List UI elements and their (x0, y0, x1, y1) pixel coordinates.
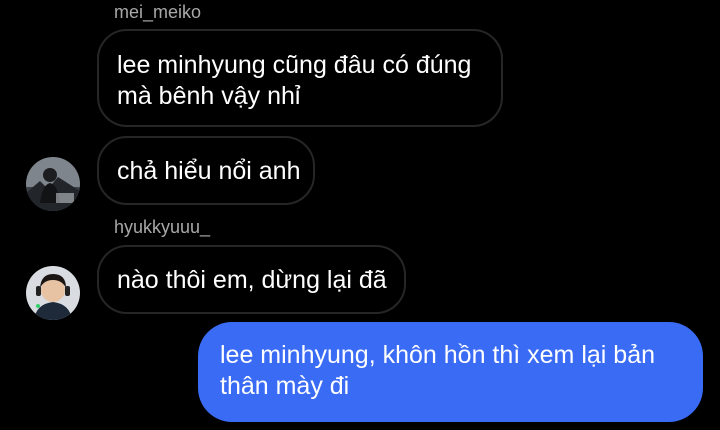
sender-name-hyukkyuuu[interactable]: hyukkyuuu_ (114, 217, 210, 237)
message-text-line: chả hiểu nổi anh (117, 157, 301, 185)
avatar[interactable] (26, 266, 80, 320)
outgoing-message-bubble[interactable]: lee minhyung, khôn hồn thì xem lại bản t… (198, 322, 703, 422)
sender-name-mei-meiko[interactable]: mei_meiko (114, 2, 201, 22)
avatar-photo-icon (26, 157, 80, 211)
avatar[interactable] (26, 157, 80, 211)
message-text-line: thân mày đi (220, 372, 350, 400)
incoming-message-bubble[interactable]: lee minhyung cũng đâu có đúng mà bênh vậ… (97, 29, 503, 127)
message-text-line: nào thôi em, dừng lại đã (117, 266, 387, 294)
incoming-message-bubble[interactable]: nào thôi em, dừng lại đã (97, 245, 406, 314)
incoming-message-bubble[interactable]: chả hiểu nổi anh (97, 136, 315, 205)
message-text-line: lee minhyung cũng đâu có đúng (117, 51, 472, 79)
message-text-line: lee minhyung, khôn hồn thì xem lại bản (220, 341, 655, 369)
message-text-line: mà bênh vậy nhỉ (117, 82, 301, 110)
avatar-photo-icon (26, 266, 80, 320)
